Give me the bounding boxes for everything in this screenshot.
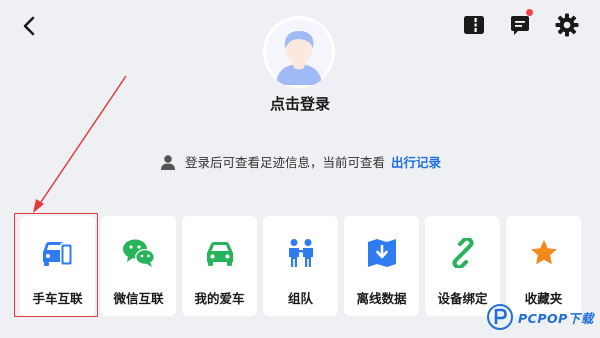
star-icon	[506, 236, 581, 270]
feature-tile-favorites[interactable]: 收藏夹	[506, 216, 581, 316]
settings-button[interactable]	[553, 11, 581, 39]
phone-car-icon	[20, 236, 95, 270]
trip-records-link[interactable]: 出行记录	[391, 152, 441, 171]
login-button[interactable]: 点击登录	[200, 93, 400, 114]
feature-label: 我的爱车	[194, 291, 245, 306]
feature-tile-wechat[interactable]: 微信互联	[101, 216, 176, 316]
unread-badge	[526, 9, 533, 16]
wechat-icon	[101, 236, 176, 270]
feature-tile-team[interactable]: 组队	[263, 216, 338, 316]
feature-tile-offline-data[interactable]: 离线数据	[344, 216, 419, 316]
feature-label: 手车互联	[32, 291, 83, 306]
feature-label: 微信互联	[113, 291, 164, 306]
feature-label: 设备绑定	[437, 291, 488, 306]
feature-tile-device-binding[interactable]: 设备绑定	[425, 216, 500, 316]
chevron-left-icon	[23, 16, 35, 36]
feature-tile-phone-car[interactable]: 手车互联	[20, 216, 95, 316]
offline-map-icon	[344, 236, 419, 270]
split-screen-icon	[464, 16, 484, 34]
message-icon	[511, 16, 529, 35]
default-avatar-icon	[266, 19, 332, 85]
feature-label: 组队	[287, 291, 313, 306]
link-icon	[425, 236, 500, 270]
login-notice: 登录后可查看足迹信息，当前可查看 出行记录	[0, 152, 600, 171]
feature-label: 收藏夹	[524, 291, 563, 306]
message-button[interactable]	[506, 9, 534, 40]
feature-grid: 手车互联 微信互联 我的爱车 组队 离线数据 设备绑定 收藏夹	[20, 216, 582, 316]
back-button[interactable]	[16, 12, 44, 40]
team-icon	[263, 236, 338, 270]
user-icon	[159, 153, 177, 171]
avatar[interactable]	[263, 16, 335, 88]
gear-icon	[555, 13, 579, 37]
split-screen-button[interactable]	[461, 12, 487, 38]
feature-tile-my-car[interactable]: 我的爱车	[182, 216, 257, 316]
notice-text: 登录后可查看足迹信息，当前可查看	[184, 155, 385, 170]
feature-label: 离线数据	[356, 291, 407, 306]
car-icon	[182, 236, 257, 270]
